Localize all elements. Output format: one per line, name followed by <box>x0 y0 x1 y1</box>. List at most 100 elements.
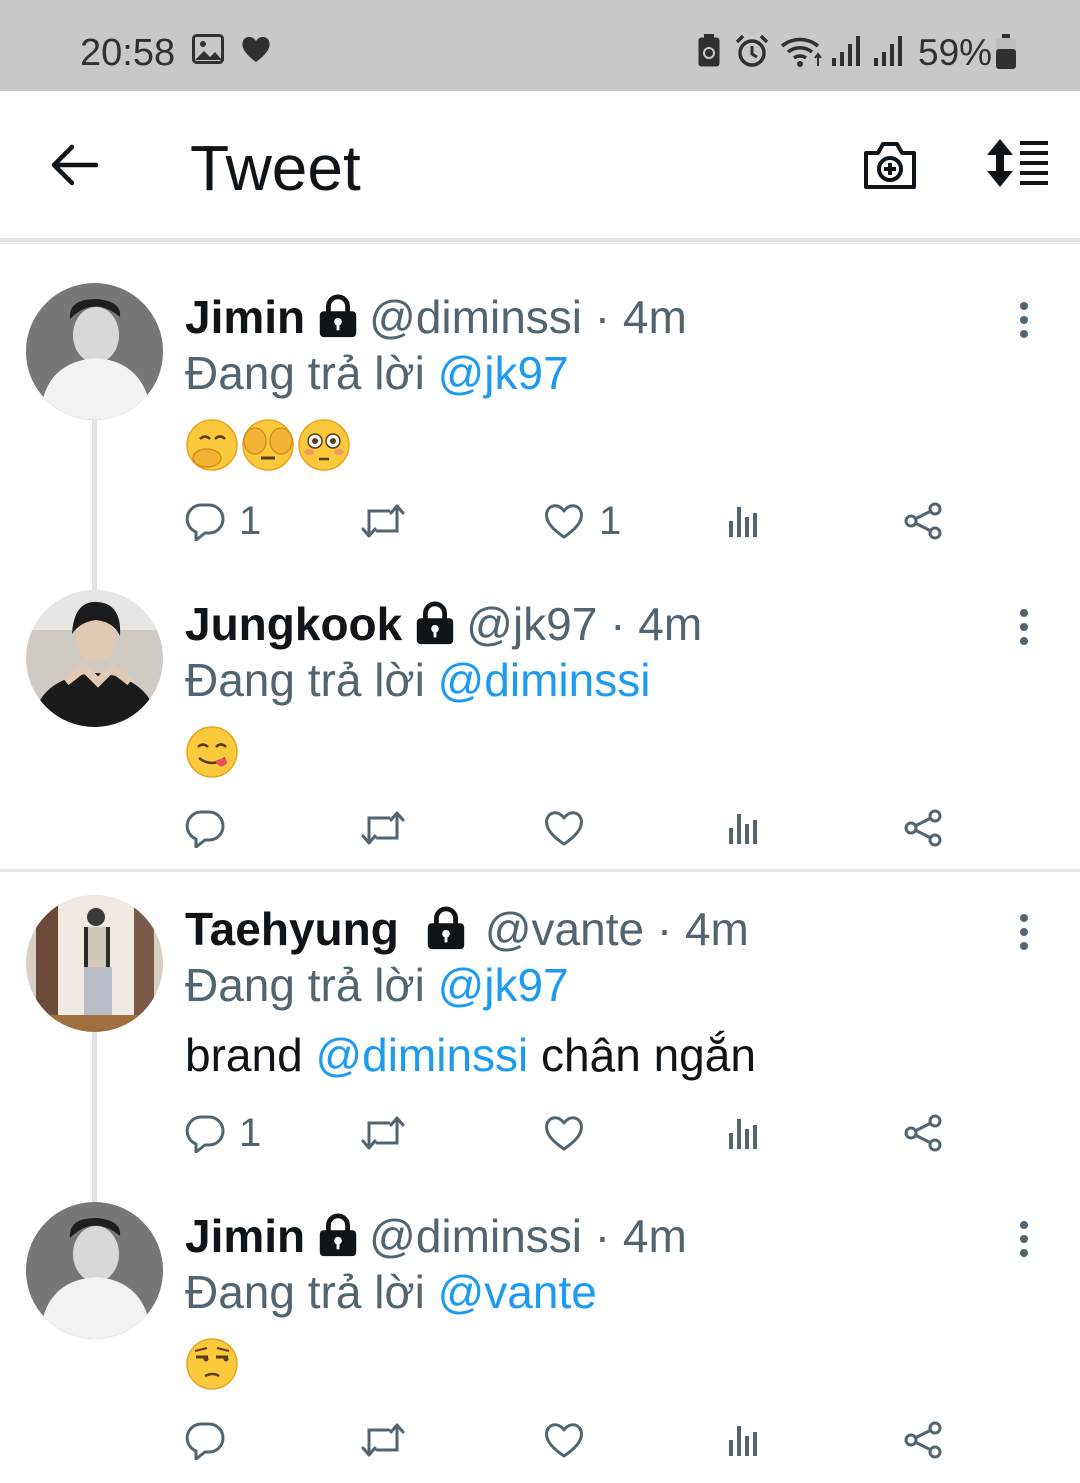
avatar[interactable] <box>26 895 163 1032</box>
header-divider <box>0 243 1080 244</box>
mention-link[interactable]: @vante <box>438 1266 597 1318</box>
hand-over-mouth-emoji <box>185 418 239 472</box>
display-name[interactable]: Jimin <box>185 291 305 343</box>
battery-icon <box>996 34 1016 69</box>
more-options-icon[interactable] <box>1014 607 1034 647</box>
display-name[interactable]: Jimin <box>185 1210 305 1262</box>
mention-link[interactable]: @jk97 <box>438 959 569 1011</box>
lock-icon <box>315 1212 361 1258</box>
reply-icon <box>185 501 225 541</box>
mention-link[interactable]: @diminssi <box>438 654 651 706</box>
reply-icon <box>185 808 225 848</box>
replying-to: Đang trả lời @diminssi <box>185 652 650 708</box>
tweet-text: brand @diminssi chân ngắn <box>185 1027 756 1083</box>
separator-dot: · <box>656 903 673 955</box>
retweet-icon <box>361 1113 405 1153</box>
reply-button[interactable]: 1 <box>185 501 261 541</box>
display-name[interactable]: Taehyung <box>185 903 399 955</box>
reply-button[interactable]: 1 <box>185 1113 261 1153</box>
timestamp[interactable]: 4m <box>638 598 702 650</box>
lock-icon <box>315 293 361 339</box>
status-time: 20:58 <box>80 32 176 74</box>
more-options-icon[interactable] <box>1014 300 1034 340</box>
reply-button[interactable] <box>185 1420 239 1460</box>
tweet[interactable]: Jimin @diminssi · 4m Đang trả lời @jk97 1… <box>0 245 1080 551</box>
user-handle[interactable]: @diminssi <box>369 291 582 343</box>
share-icon <box>901 501 945 541</box>
see-no-evil-emoji <box>241 418 295 472</box>
like-button[interactable]: 1 <box>543 501 621 541</box>
tweet[interactable]: Jimin @diminssi · 4m Đang trả lời @vante <box>0 1164 1080 1470</box>
retweet-icon <box>361 808 405 848</box>
camera-add-icon[interactable] <box>862 139 918 191</box>
like-count: 1 <box>599 499 622 543</box>
replying-to-label: Đang trả lời <box>185 654 438 706</box>
like-button[interactable] <box>543 808 599 848</box>
analytics-icon <box>723 1420 763 1460</box>
timestamp[interactable]: 4m <box>623 291 687 343</box>
analytics-button[interactable] <box>723 808 763 848</box>
tweet-header: Jimin @diminssi · 4m <box>185 289 687 345</box>
reply-icon <box>185 1420 225 1460</box>
tweet-header: Jimin @diminssi · 4m <box>185 1208 687 1264</box>
analytics-button[interactable] <box>723 501 763 541</box>
share-icon <box>901 808 945 848</box>
lock-icon <box>412 600 458 646</box>
unamused-emoji <box>185 1337 239 1391</box>
user-handle[interactable]: @diminssi <box>369 1210 582 1262</box>
share-button[interactable] <box>901 808 945 848</box>
retweet-icon <box>361 1420 405 1460</box>
top-app-bar: Tweet <box>0 91 1080 238</box>
analytics-button[interactable] <box>723 1113 763 1153</box>
like-icon <box>543 1113 585 1153</box>
analytics-icon <box>723 808 763 848</box>
header-divider <box>0 238 1080 242</box>
retweet-icon <box>361 501 405 541</box>
tweet-actions: 1 <box>185 1113 965 1153</box>
mention-link[interactable]: @diminssi <box>315 1029 528 1081</box>
share-icon <box>901 1420 945 1460</box>
like-icon <box>543 501 585 541</box>
replying-to-label: Đang trả lời <box>185 347 438 399</box>
replying-to: Đang trả lời @jk97 <box>185 345 569 401</box>
like-button[interactable] <box>543 1113 599 1153</box>
tweet[interactable]: Jungkook @jk97 · 4m Đang trả lời @diminss… <box>0 552 1080 858</box>
user-handle[interactable]: @vante <box>485 903 644 955</box>
separator-dot: · <box>610 598 626 650</box>
sort-icon[interactable] <box>984 137 1050 189</box>
mention-link[interactable]: @jk97 <box>438 347 569 399</box>
display-name[interactable]: Jungkook <box>185 598 402 650</box>
tweet-text-part: chân ngắn <box>528 1029 756 1081</box>
timestamp[interactable]: 4m <box>623 1210 687 1262</box>
like-icon <box>543 1420 585 1460</box>
replying-to: Đang trả lời @jk97 <box>185 957 569 1013</box>
battery-saver-icon <box>698 34 720 67</box>
share-button[interactable] <box>901 1420 945 1460</box>
retweet-button[interactable] <box>361 1420 419 1460</box>
replying-to-label: Đang trả lời <box>185 959 438 1011</box>
analytics-icon <box>723 501 763 541</box>
avatar[interactable] <box>26 590 163 727</box>
user-handle[interactable]: @jk97 <box>466 598 597 650</box>
retweet-button[interactable] <box>361 1113 419 1153</box>
replying-to-label: Đang trả lời <box>185 1266 438 1318</box>
alarm-icon <box>735 34 769 67</box>
tweet-header: Jungkook @jk97 · 4m <box>185 596 702 652</box>
share-button[interactable] <box>901 501 945 541</box>
arrow-left-icon[interactable] <box>50 143 98 187</box>
reply-count: 1 <box>239 1111 262 1155</box>
more-options-icon[interactable] <box>1014 912 1034 952</box>
retweet-button[interactable] <box>361 808 419 848</box>
timestamp[interactable]: 4m <box>685 903 749 955</box>
analytics-button[interactable] <box>723 1420 763 1460</box>
like-button[interactable] <box>543 1420 599 1460</box>
page-title: Tweet <box>190 132 361 204</box>
reply-button[interactable] <box>185 808 239 848</box>
retweet-button[interactable] <box>361 501 419 541</box>
avatar[interactable] <box>26 283 163 420</box>
share-button[interactable] <box>901 1113 945 1153</box>
avatar[interactable] <box>26 1202 163 1339</box>
tweet-text-part: brand <box>185 1029 316 1081</box>
more-options-icon[interactable] <box>1014 1219 1034 1259</box>
tweet[interactable]: Taehyung @vante · 4m Đang trả lời @jk97 b… <box>0 857 1080 1163</box>
